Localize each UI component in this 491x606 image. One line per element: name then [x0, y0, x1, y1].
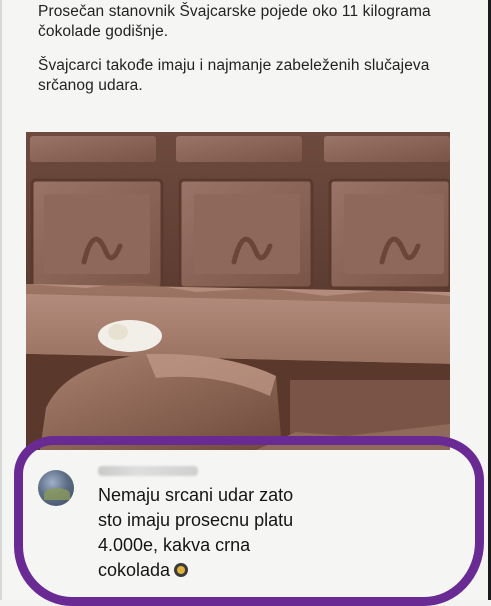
post-paragraph-1: Prosečan stanovnik Švajcarske pojede oko…	[38, 3, 431, 40]
chocolate-photo	[26, 132, 450, 450]
comment-line-3: 4.000e, kakva crna	[98, 535, 251, 555]
chocolate-illustration	[26, 132, 450, 450]
laughing-emoji-icon	[174, 563, 189, 577]
comment-line-4: cokolada	[98, 558, 398, 583]
screenshot-frame: Prosečan stanovnik Švajcarske pojede oko…	[0, 0, 491, 606]
commenter-avatar[interactable]	[38, 470, 74, 506]
post-paragraph-2: Švajcarci takođe imaju i najmanje zabele…	[38, 57, 430, 94]
commenter-name-blurred[interactable]	[98, 466, 198, 476]
comment-line-2: sto imaju prosecnu platu	[98, 510, 294, 530]
comment-line-1: Nemaju srcani udar zato	[98, 485, 294, 505]
post-text: Prosečan stanovnik Švajcarske pojede oko…	[38, 2, 468, 110]
comment-text: Nemaju srcani udar zato sto imaju prosec…	[98, 483, 398, 583]
comment-line-4-text: cokolada	[98, 560, 171, 580]
